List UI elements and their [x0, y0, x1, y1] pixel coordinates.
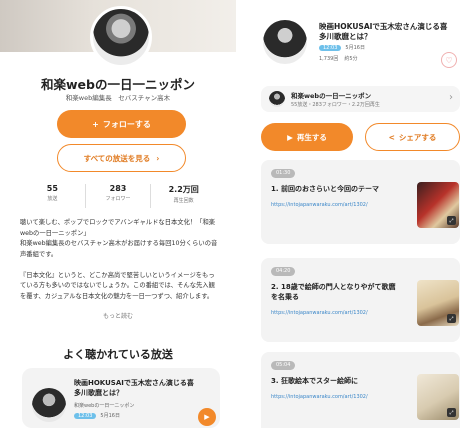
episode-stats: 1,739回 約5分 [319, 55, 358, 62]
channel-title: 和楽webの一日一ニッポン [41, 77, 195, 92]
chapter-link[interactable]: https://intojapanwaraku.com/art/1302/ [271, 394, 368, 400]
stat-label: 再生回数 [173, 198, 194, 204]
chevron-right-icon: › [156, 153, 160, 163]
episode-info: 12:03 5月16日 [74, 412, 120, 419]
expand-icon[interactable]: ⤢ [447, 216, 456, 225]
channel-profile-panel: 和楽webの一日一ニッポン 和楽web編集長 セバスチャン高木 + フォローする… [0, 0, 236, 428]
popular-episode-card[interactable]: 映画HOKUSAIで玉木宏さん演じる喜多川歌麿とは？ 和楽webの一日一ニッポン… [22, 368, 220, 428]
all-episodes-button[interactable]: すべての放送を見る › [57, 144, 186, 172]
share-button-label: シェアする [398, 132, 437, 142]
share-button[interactable]: < シェアする [365, 123, 460, 151]
episode-channel: 和楽webの一日一ニッポン [74, 403, 135, 409]
expand-icon[interactable]: ⤢ [447, 408, 456, 417]
plus-icon: + [92, 119, 99, 129]
duration-badge: 12:03 [74, 412, 97, 419]
stat-followers[interactable]: 283 フォロワー [86, 184, 152, 208]
chapter-timestamp[interactable]: 01:30 [271, 169, 296, 178]
episode-artwork [263, 20, 307, 64]
chapter-link[interactable]: https://intojapanwaraku.com/art/1302/ [271, 310, 368, 316]
channel-description: 聴いて楽しむ、ポップでロックでアバンギャルドな日本文化！「和楽webの一日一ニッ… [20, 219, 218, 300]
chapter-timestamp[interactable]: 04:20 [271, 267, 296, 276]
channel-host: 和楽web編集長 セバスチャン高木 [65, 94, 171, 102]
chapter-card[interactable]: 05:04 3. 狂歌絵本でスター絵師に https://intojapanwa… [261, 352, 460, 428]
episode-title: 映画HOKUSAIで玉木宏さん演じる喜多川歌麿とは？ [74, 379, 194, 397]
chapter-title: 3. 狂歌絵本でスター絵師に [271, 377, 358, 385]
channel-stats: 55 放送 283 フォロワー 2.2万回 再生回数 [20, 184, 216, 208]
popular-section-title: よく聴かれている放送 [63, 348, 173, 361]
headphones-play-count: 1,739回 [319, 56, 339, 62]
stat-label: 放送 [47, 196, 58, 202]
stat-episodes: 55 放送 [20, 184, 86, 208]
channel-avatar[interactable] [90, 6, 152, 68]
play-button[interactable]: ▶ 再生する [261, 123, 353, 151]
episode-detail-panel: 映画HOKUSAIで玉木宏さん演じる喜多川歌麿とは？ 12:03 5月16日 1… [249, 0, 460, 428]
play-icon[interactable]: ▶ [198, 408, 216, 426]
all-episodes-label: すべての放送を見る [83, 153, 151, 163]
chapter-link[interactable]: https://intojapanwaraku.com/art/1302/ [271, 202, 368, 208]
stat-label: フォロワー [105, 196, 131, 202]
duration-badge: 12:03 [319, 44, 342, 51]
episode-length: 約5分 [344, 56, 358, 62]
chevron-right-icon: › [449, 92, 453, 103]
episode-title: 映画HOKUSAIで玉木宏さん演じる喜多川歌麿とは？ [319, 22, 448, 41]
stat-plays: 2.2万回 再生回数 [151, 184, 216, 208]
channel-name: 和楽webの一日一ニッポン [291, 92, 372, 100]
stat-value: 2.2万回 [168, 185, 199, 194]
stat-value: 55 [46, 184, 58, 193]
episode-meta: 12:03 5月16日 [319, 44, 365, 51]
share-icon: < [388, 132, 395, 142]
episode-date: 5月16日 [100, 413, 120, 419]
episode-thumbnail [32, 388, 66, 422]
follow-button[interactable]: + フォローする [57, 110, 186, 138]
expand-icon[interactable]: ⤢ [447, 314, 456, 323]
play-button-label: 再生する [296, 132, 327, 142]
stat-value: 283 [109, 184, 127, 193]
chapter-timestamp[interactable]: 05:04 [271, 361, 296, 370]
heart-icon[interactable]: ♡ [441, 52, 457, 68]
chapter-card[interactable]: 04:20 2. 18歳で絵師の門人となりやがて歌麿を名乗る https://i… [261, 258, 460, 342]
chapter-title: 1. 前回のおさらいと今回のテーマ [271, 185, 379, 193]
episode-date: 5月16日 [345, 45, 365, 51]
channel-avatar [269, 91, 285, 107]
chapter-title: 2. 18歳で絵師の門人となりやがて歌麿を名乗る [271, 283, 396, 301]
play-icon: ▶ [287, 132, 293, 142]
channel-summary: 55放送・283フォロワー・2.2万回再生 [291, 102, 380, 108]
read-more-link[interactable]: もっと読む [0, 311, 236, 320]
chapter-card[interactable]: 01:30 1. 前回のおさらいと今回のテーマ https://intojapa… [261, 160, 460, 244]
follow-button-label: フォローする [102, 119, 151, 129]
channel-link-card[interactable]: 和楽webの一日一ニッポン 55放送・283フォロワー・2.2万回再生 › [261, 86, 460, 112]
